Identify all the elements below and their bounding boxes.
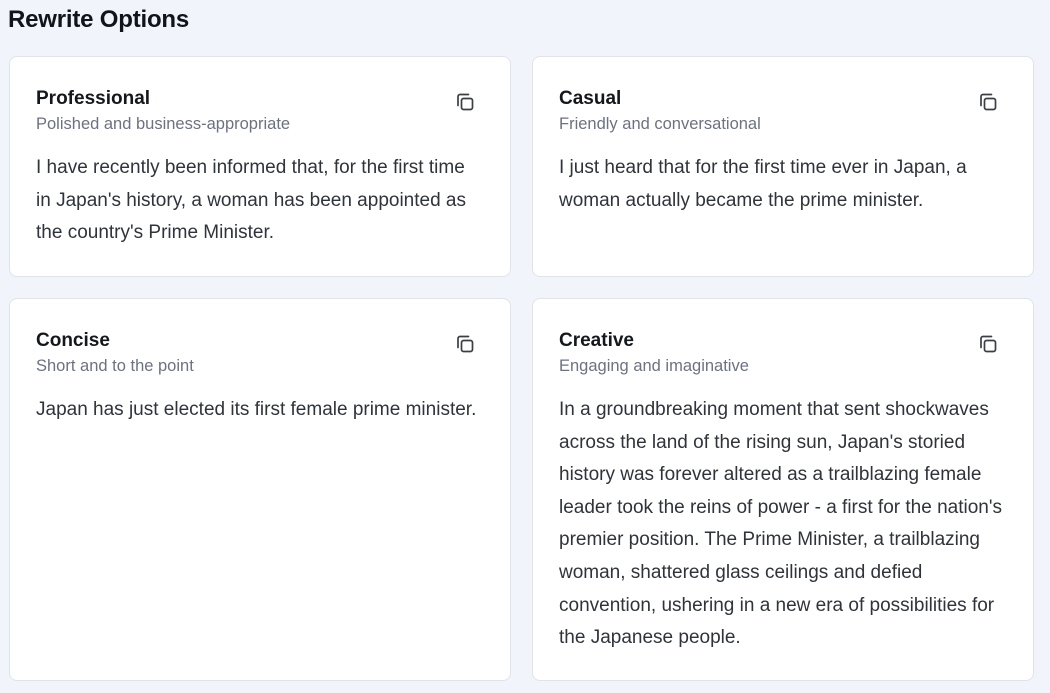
option-text: Japan has just elected its first female … (36, 399, 477, 420)
copy-icon (980, 93, 997, 111)
rewrite-option-professional: Professional Polished and business-appro… (9, 56, 511, 277)
copy-icon (457, 335, 474, 353)
copy-button[interactable] (454, 333, 476, 355)
option-subtitle: Short and to the point (36, 357, 194, 375)
copy-button[interactable] (977, 91, 999, 113)
copy-icon (980, 335, 997, 353)
option-text: In a groundbreaking moment that sent sho… (559, 399, 1002, 649)
option-subtitle: Friendly and conversational (559, 115, 761, 133)
copy-button[interactable] (977, 333, 999, 355)
option-title: Creative (559, 330, 634, 351)
rewrite-option-casual: Casual Friendly and conversational I jus… (532, 56, 1034, 277)
option-text: I have recently been informed that, for … (36, 157, 466, 244)
copy-button[interactable] (454, 91, 476, 113)
option-title: Casual (559, 88, 622, 109)
option-subtitle: Engaging and imaginative (559, 357, 749, 375)
option-title: Professional (36, 88, 151, 109)
option-text: I just heard that for the first time eve… (559, 157, 967, 211)
rewrite-option-creative: Creative Engaging and imaginative In a g… (532, 298, 1034, 681)
copy-icon (457, 93, 474, 111)
rewrite-option-concise: Concise Short and to the point Japan has… (9, 298, 511, 681)
option-subtitle: Polished and business-appropriate (36, 115, 291, 133)
option-title: Concise (36, 330, 110, 351)
page-title: Rewrite Options (8, 6, 190, 33)
